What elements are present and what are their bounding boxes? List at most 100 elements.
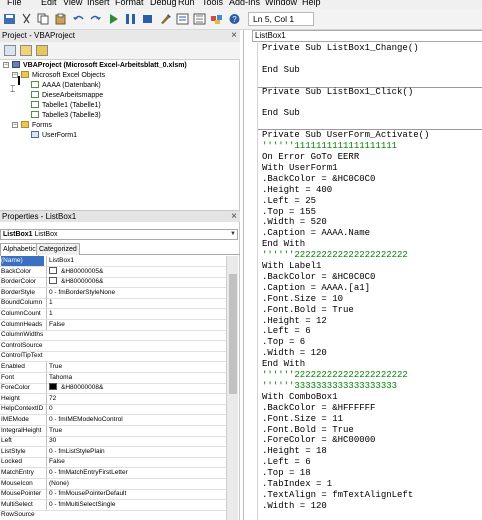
menu-tools[interactable]: Tools	[202, 0, 223, 8]
property-row[interactable]: ControlTipText	[0, 351, 226, 363]
scrollbar-thumb[interactable]	[229, 274, 237, 394]
property-row[interactable]: ColumnHeads False	[0, 319, 226, 331]
property-row[interactable]: Enabled True	[0, 362, 226, 373]
tab-alphabetic[interactable]: Alphabetic	[0, 243, 39, 256]
redo-icon[interactable]	[89, 13, 102, 25]
tree-item-aaaa[interactable]: AAAA (Datenbank)	[31, 81, 101, 90]
collapse-toggle-icon[interactable]: −	[12, 122, 18, 128]
save-icon[interactable]	[3, 13, 16, 25]
property-row[interactable]: RowSource	[0, 510, 226, 520]
property-row[interactable]: Locked False	[0, 457, 226, 469]
property-value[interactable]: (None)	[46, 478, 226, 489]
view-object-icon[interactable]	[20, 45, 32, 56]
property-row[interactable]: Font Tahoma	[0, 372, 226, 384]
close-icon[interactable]: ×	[231, 30, 237, 42]
property-row[interactable]: Height 72	[0, 393, 226, 405]
menu-format[interactable]: Format	[115, 0, 144, 8]
toggle-folders-icon[interactable]	[36, 45, 48, 56]
tree-item-vbaproject[interactable]: VBAProject (Microsoft Excel-Arbeitsblatt…	[12, 61, 187, 70]
property-row[interactable]: ColumnWidths	[0, 330, 226, 342]
menu-file[interactable]: File	[7, 0, 22, 8]
property-name: BorderStyle	[1, 288, 35, 296]
property-row[interactable]: BorderStyle 0 - fmBorderStyleNone	[0, 287, 226, 299]
tree-item-label: AAAA (Datenbank)	[42, 82, 101, 89]
property-value[interactable]: False	[46, 319, 226, 330]
property-row[interactable]: BoundColumn 1	[0, 298, 226, 310]
cut-icon[interactable]	[20, 13, 33, 25]
property-value[interactable]: True	[46, 425, 226, 436]
chevron-down-icon[interactable]: ▼	[230, 230, 236, 239]
menu-add-ins[interactable]: Add-Ins	[229, 0, 260, 8]
object-selector[interactable]: ListBox1 ListBox ▼	[0, 229, 238, 240]
tree-item-excel-objects[interactable]: Microsoft Excel Objects	[21, 71, 105, 80]
properties-scrollbar[interactable]	[226, 256, 238, 520]
tree-item-forms[interactable]: Forms	[21, 121, 52, 130]
property-value[interactable]: 0 - fmIMEModeNoControl	[46, 415, 226, 425]
tree-item-workbook[interactable]: DieseArbeitsmappe	[31, 91, 103, 100]
property-value[interactable]: False	[46, 457, 226, 468]
property-name: ControlTipText	[1, 352, 43, 360]
reset-icon[interactable]	[141, 13, 154, 25]
property-value[interactable]: &H80000006&	[46, 277, 226, 288]
design-mode-icon[interactable]	[159, 13, 172, 25]
property-row[interactable]: Left 30	[0, 436, 226, 448]
property-value[interactable]: ListBox1	[46, 256, 226, 266]
menu-help[interactable]: Help	[302, 0, 321, 8]
project-explorer-icon[interactable]	[176, 13, 189, 25]
property-row[interactable]: MultiSelect 0 - fmMultiSelectSingle	[0, 499, 226, 511]
object-dropdown[interactable]: ListBox1	[252, 30, 482, 42]
property-row[interactable]: ColumnCount 1	[0, 309, 226, 320]
property-value[interactable]: 0	[46, 404, 226, 415]
property-row[interactable]: MouseIcon (None)	[0, 478, 226, 490]
property-value[interactable]: 0 - fmMatchEntryFirstLetter	[46, 468, 226, 478]
property-value-text: 0	[49, 405, 53, 413]
property-row[interactable]: BackColor &H80000005&	[0, 266, 226, 278]
property-row[interactable]: MatchEntry 0 - fmMatchEntryFirstLetter	[0, 468, 226, 479]
menu-insert[interactable]: Insert	[87, 0, 110, 8]
property-value[interactable]: 0 - fmBorderStyleNone	[46, 287, 226, 298]
property-value[interactable]: 0 - fmMultiSelectSingle	[46, 499, 226, 510]
tree-item-userform1[interactable]: UserForm1	[31, 131, 77, 140]
tab-categorized[interactable]: Categorized	[36, 243, 80, 255]
break-icon[interactable]	[124, 13, 137, 25]
undo-icon[interactable]	[72, 13, 85, 25]
object-browser-icon[interactable]	[210, 13, 223, 25]
property-row[interactable]: IntegralHeight True	[0, 425, 226, 437]
paste-icon[interactable]	[54, 13, 67, 25]
property-value-text: False	[49, 320, 65, 328]
copy-icon[interactable]	[37, 13, 50, 25]
collapse-toggle-icon[interactable]: −	[3, 62, 9, 68]
property-value[interactable]: True	[46, 362, 226, 372]
property-row[interactable]: ForeColor &H80000008&	[0, 383, 226, 395]
tree-item-tabelle1[interactable]: Tabelle1 (Tabelle1)	[31, 101, 101, 110]
tree-item-tabelle3[interactable]: Tabelle3 (Tabelle3)	[31, 111, 101, 120]
menu-debug[interactable]: Debug	[150, 0, 177, 8]
property-value[interactable]: 0 - fmListStylePlain	[46, 446, 226, 457]
property-row[interactable]: MousePointer 0 - fmMousePointerDefault	[0, 489, 226, 501]
property-row[interactable]: HelpContextID 0	[0, 404, 226, 416]
properties-window-icon[interactable]	[193, 13, 206, 25]
menu-edit[interactable]: Edit	[41, 0, 57, 8]
property-value[interactable]: Tahoma	[46, 372, 226, 383]
view-code-icon[interactable]	[4, 45, 16, 56]
property-value[interactable]: 1	[46, 298, 226, 309]
code-line: With ComboBox1	[262, 391, 338, 402]
property-value[interactable]: 30	[46, 436, 226, 447]
property-row[interactable]: IMEMode 0 - fmIMEModeNoControl	[0, 415, 226, 426]
property-value[interactable]: 72	[46, 393, 226, 404]
property-value[interactable]: 0 - fmMousePointerDefault	[46, 489, 226, 500]
property-row[interactable]: ControlSource	[0, 341, 226, 352]
menu-run[interactable]: Run	[178, 0, 195, 8]
run-icon[interactable]	[107, 13, 120, 25]
property-value[interactable]: 1	[46, 309, 226, 319]
property-value[interactable]: &H80000008&	[46, 383, 226, 394]
property-row[interactable]: ListStyle 0 - fmListStylePlain	[0, 446, 226, 458]
property-row[interactable]: (Name) ListBox1	[0, 256, 226, 267]
property-value[interactable]: &H80000005&	[46, 266, 226, 277]
close-icon[interactable]: ×	[231, 211, 237, 223]
menu-window[interactable]: Window	[265, 0, 297, 8]
menu-view[interactable]: View	[63, 0, 82, 8]
code-line: Private Sub ListBox1_Click()	[262, 86, 414, 97]
property-row[interactable]: BorderColor &H80000006&	[0, 277, 226, 289]
help-icon[interactable]: ?	[228, 13, 241, 25]
